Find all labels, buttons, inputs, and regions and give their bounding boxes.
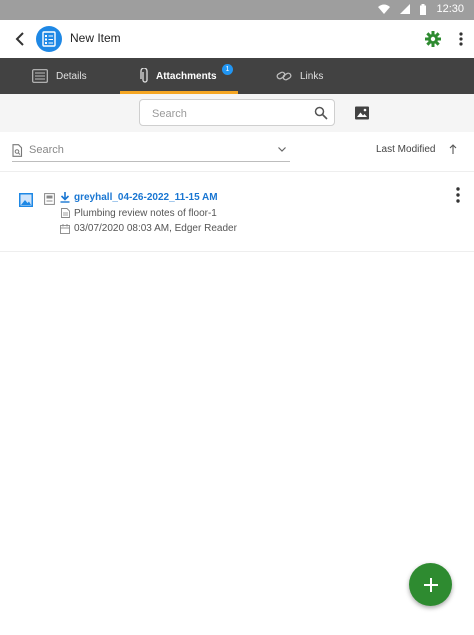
chevron-left-icon	[15, 32, 24, 46]
gear-icon	[425, 31, 441, 47]
file-type-icon	[44, 193, 55, 205]
document-search-icon	[12, 144, 23, 157]
paperclip-icon	[140, 68, 148, 83]
tab-attachments-label: Attachments	[156, 70, 217, 82]
filter-label: Search	[29, 144, 64, 156]
item-more-vertical-icon[interactable]	[452, 186, 464, 204]
filter-sort-row: Search Last Modified	[0, 132, 474, 172]
overflow-menu-button[interactable]	[453, 29, 469, 49]
calendar-icon	[60, 224, 70, 234]
list-item[interactable]: greyhall_04-26-2022_11-15 AM Plumbing re…	[0, 176, 474, 252]
details-icon	[32, 69, 48, 83]
download-icon[interactable]	[60, 192, 70, 203]
attachment-description: Plumbing review notes of floor-1	[74, 208, 217, 219]
image-thumbnail-icon	[19, 193, 33, 207]
tab-details[interactable]: Details	[32, 58, 87, 94]
item-avatar	[36, 26, 62, 52]
status-time: 12:30	[436, 3, 464, 15]
tab-attachments[interactable]: Attachments	[140, 58, 217, 94]
wifi-icon	[378, 4, 391, 14]
tab-links-label: Links	[300, 70, 324, 82]
search-input[interactable]	[152, 106, 302, 121]
signal-icon	[400, 4, 411, 14]
attachment-name[interactable]: greyhall_04-26-2022_11-15 AM	[74, 192, 218, 203]
filter-dropdown[interactable]: Search	[12, 142, 290, 162]
search-box	[139, 99, 335, 126]
search-icon[interactable]	[314, 106, 328, 120]
description-icon	[61, 208, 70, 218]
page-title: New Item	[70, 31, 121, 45]
app-bar: New Item	[0, 20, 474, 58]
attachments-count-badge: 1	[222, 64, 233, 75]
back-button[interactable]	[10, 29, 30, 49]
link-icon	[276, 71, 292, 81]
plus-icon	[423, 577, 438, 592]
image-gallery-icon[interactable]	[354, 105, 370, 121]
form-icon	[42, 31, 56, 47]
battery-icon	[420, 3, 427, 15]
tab-bar: Details Attachments 1 Links	[0, 58, 474, 94]
settings-button[interactable]	[422, 28, 444, 50]
add-attachment-button[interactable]	[409, 563, 452, 606]
status-bar: 12:30	[0, 0, 474, 20]
tab-details-label: Details	[56, 70, 87, 82]
tab-links[interactable]: Links	[276, 58, 323, 94]
status-icons: 12:30	[378, 3, 464, 15]
arrow-up-icon[interactable]	[449, 144, 457, 154]
more-vertical-icon	[459, 32, 463, 46]
chevron-down-icon	[278, 147, 286, 152]
search-toolbar	[0, 94, 474, 132]
attachment-date: 03/07/2020 08:03 AM, Edger Reader	[74, 223, 237, 234]
sort-label[interactable]: Last Modified	[376, 144, 435, 155]
